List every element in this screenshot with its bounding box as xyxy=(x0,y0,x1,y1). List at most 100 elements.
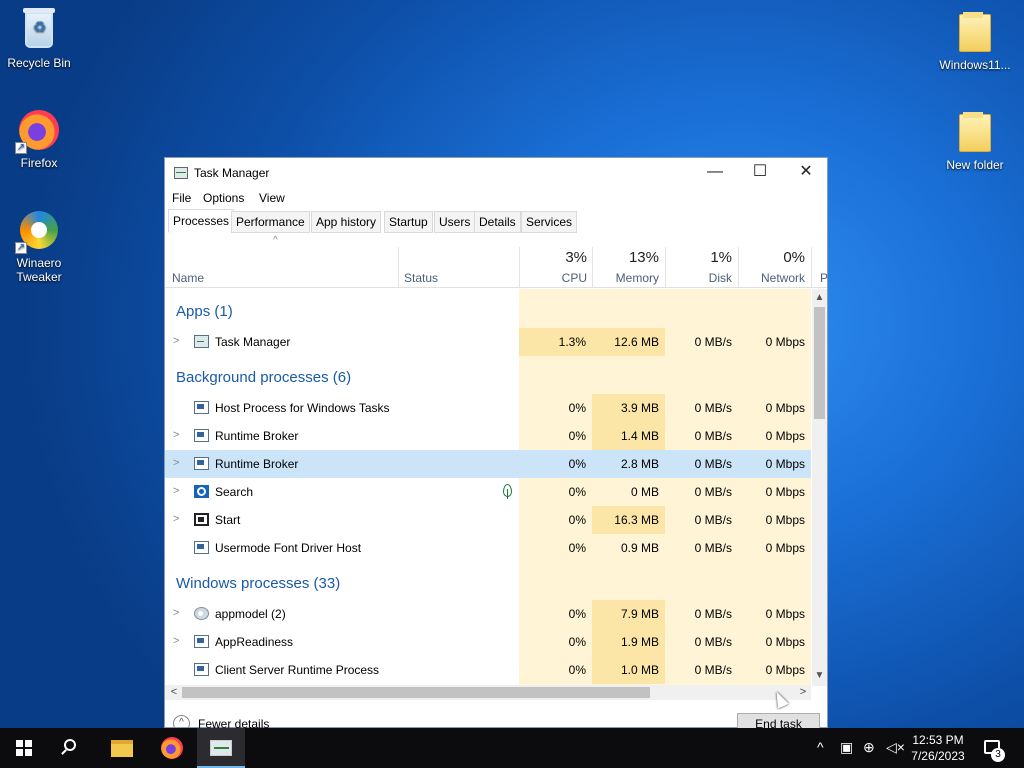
process-disk: 0 MB/s xyxy=(694,513,732,527)
start-button[interactable] xyxy=(0,728,48,768)
process-name: appmodel (2) xyxy=(215,607,286,621)
clock[interactable]: 12:53 PM 7/26/2023 xyxy=(905,732,971,764)
process-cpu: 0% xyxy=(568,429,586,443)
taskbar-firefox[interactable] xyxy=(148,728,196,768)
desktop-icon-recycle-bin[interactable]: Recycle Bin xyxy=(0,8,78,70)
process-disk: 0 MB/s xyxy=(694,457,732,471)
scroll-left-icon[interactable]: < xyxy=(167,686,181,699)
column-status[interactable]: Status xyxy=(404,271,438,285)
horizontal-scroll-thumb[interactable] xyxy=(182,687,650,698)
scroll-right-icon[interactable]: > xyxy=(796,686,810,699)
process-window-icon xyxy=(194,663,209,676)
process-row[interactable]: > Task Manager 1.3% 12.6 MB 0 MB/s 0 Mbp… xyxy=(165,328,811,356)
process-row[interactable]: > appmodel (2) 0% 7.9 MB 0 MB/s 0 Mbps xyxy=(165,600,811,628)
process-network: 0 Mbps xyxy=(765,401,805,415)
taskbar-task-manager[interactable] xyxy=(197,728,245,768)
close-button[interactable]: ✕ xyxy=(783,158,829,188)
search-icon xyxy=(194,485,209,498)
volume-muted-icon[interactable]: ◁× xyxy=(886,739,905,755)
process-memory: 2.8 MB xyxy=(620,457,659,471)
title-bar[interactable]: Task Manager — ☐ ✕ xyxy=(165,158,827,188)
chevron-right-icon[interactable]: > xyxy=(173,457,179,469)
desktop-icon-firefox[interactable]: ↗ Firefox xyxy=(0,108,78,170)
process-name: Host Process for Windows Tasks xyxy=(215,401,390,415)
column-cpu[interactable]: 3% CPU xyxy=(519,235,593,288)
process-cpu: 1.3% xyxy=(519,328,592,356)
firefox-icon xyxy=(161,737,183,759)
process-name: Task Manager xyxy=(215,335,291,349)
tab-processes[interactable]: Processes xyxy=(168,209,235,233)
process-cpu: 0% xyxy=(568,457,586,471)
process-network: 0 Mbps xyxy=(765,513,805,527)
vertical-scroll-thumb[interactable] xyxy=(814,307,825,419)
scroll-down-icon[interactable]: ▼ xyxy=(814,669,825,683)
disk-label: Disk xyxy=(708,271,732,285)
tab-startup[interactable]: Startup xyxy=(384,211,433,233)
task-manager-icon xyxy=(194,335,209,348)
chevron-right-icon[interactable]: > xyxy=(173,635,179,647)
process-name: Start xyxy=(215,513,241,527)
chevron-right-icon[interactable]: > xyxy=(173,429,179,441)
cpu-percent: 3% xyxy=(565,249,587,266)
tab-users[interactable]: Users xyxy=(434,211,476,233)
tab-bar: Processes Performance App history Startu… xyxy=(165,209,827,233)
maximize-button[interactable]: ☐ xyxy=(737,158,783,188)
memory-percent: 13% xyxy=(628,249,659,266)
menu-view[interactable]: View xyxy=(259,191,285,205)
meet-now-icon[interactable]: ▣ xyxy=(840,739,853,755)
column-disk[interactable]: 1% Disk xyxy=(665,235,738,288)
process-disk: 0 MB/s xyxy=(694,541,732,555)
task-manager-icon xyxy=(174,167,188,179)
minimize-button[interactable]: — xyxy=(692,158,738,188)
process-row-selected[interactable]: > Runtime Broker 0% 2.8 MB 0 MB/s 0 Mbps xyxy=(165,450,811,478)
tab-app-history[interactable]: App history xyxy=(311,211,382,233)
process-row[interactable]: Usermode Font Driver Host 0% 0.9 MB 0 MB… xyxy=(165,534,811,562)
desktop-icon-windows11-folder[interactable]: Windows11... xyxy=(936,10,1014,72)
process-list: Apps (1) > Task Manager 1.3% 12.6 MB 0 M… xyxy=(165,289,811,686)
process-network: 0 Mbps xyxy=(765,457,805,471)
process-window-icon xyxy=(194,541,209,554)
network-globe-icon[interactable]: ⊕ xyxy=(863,739,875,755)
firefox-icon: ↗ xyxy=(15,108,61,154)
taskbar-file-explorer[interactable] xyxy=(98,728,146,768)
task-manager-window: Task Manager — ☐ ✕ File Options View Pro… xyxy=(164,157,828,735)
horizontal-scrollbar[interactable]: < > xyxy=(165,685,811,700)
column-network[interactable]: 0% Network xyxy=(738,235,811,288)
desktop-icon-new-folder[interactable]: New folder xyxy=(936,110,1014,172)
process-memory: 7.9 MB xyxy=(592,600,665,628)
folder-icon xyxy=(953,110,997,154)
file-explorer-icon xyxy=(111,740,133,757)
process-row[interactable]: Client Server Runtime Process 0% 1.0 MB … xyxy=(165,656,811,684)
chevron-right-icon[interactable]: > xyxy=(173,513,179,525)
process-row[interactable]: > Search 0% 0 MB 0 MB/s 0 Mbps xyxy=(165,478,811,506)
column-power[interactable]: P xyxy=(820,271,828,285)
menu-options[interactable]: Options xyxy=(203,191,244,205)
chevron-right-icon[interactable]: > xyxy=(173,335,179,347)
process-row[interactable]: Host Process for Windows Tasks 0% 3.9 MB… xyxy=(165,394,811,422)
vertical-scrollbar[interactable]: ▲ ▼ xyxy=(812,289,827,686)
column-name[interactable]: Name xyxy=(172,271,204,285)
search-button[interactable] xyxy=(48,728,96,768)
column-memory[interactable]: 13% Memory xyxy=(592,235,665,288)
process-row[interactable]: > AppReadiness 0% 1.9 MB 0 MB/s 0 Mbps xyxy=(165,628,811,656)
column-header: ^ Name Status 3% CPU 13% Memory 1% Disk … xyxy=(165,235,828,288)
chevron-right-icon[interactable]: > xyxy=(173,607,179,619)
cpu-label: CPU xyxy=(561,271,587,285)
process-memory: 3.9 MB xyxy=(592,394,665,422)
chevron-right-icon[interactable]: > xyxy=(173,485,179,497)
process-network: 0 Mbps xyxy=(765,429,805,443)
show-hidden-icons-chevron[interactable]: ^ xyxy=(817,739,824,755)
process-row[interactable]: > Start 0% 16.3 MB 0 MB/s 0 Mbps xyxy=(165,506,811,534)
tab-performance[interactable]: Performance xyxy=(231,211,310,233)
window-title: Task Manager xyxy=(194,166,270,180)
column-divider xyxy=(811,247,812,287)
process-row[interactable]: > Runtime Broker 0% 1.4 MB 0 MB/s 0 Mbps xyxy=(165,422,811,450)
scroll-up-icon[interactable]: ▲ xyxy=(814,291,825,305)
tab-services[interactable]: Services xyxy=(521,211,578,233)
desktop-icon-winaero-tweaker[interactable]: ↗ Winaero Tweaker xyxy=(0,208,78,284)
process-memory: 1.0 MB xyxy=(592,656,665,684)
process-name: Runtime Broker xyxy=(215,429,299,443)
menu-file[interactable]: File xyxy=(172,191,191,205)
process-disk: 0 MB/s xyxy=(694,335,732,349)
tab-details[interactable]: Details xyxy=(474,211,521,233)
